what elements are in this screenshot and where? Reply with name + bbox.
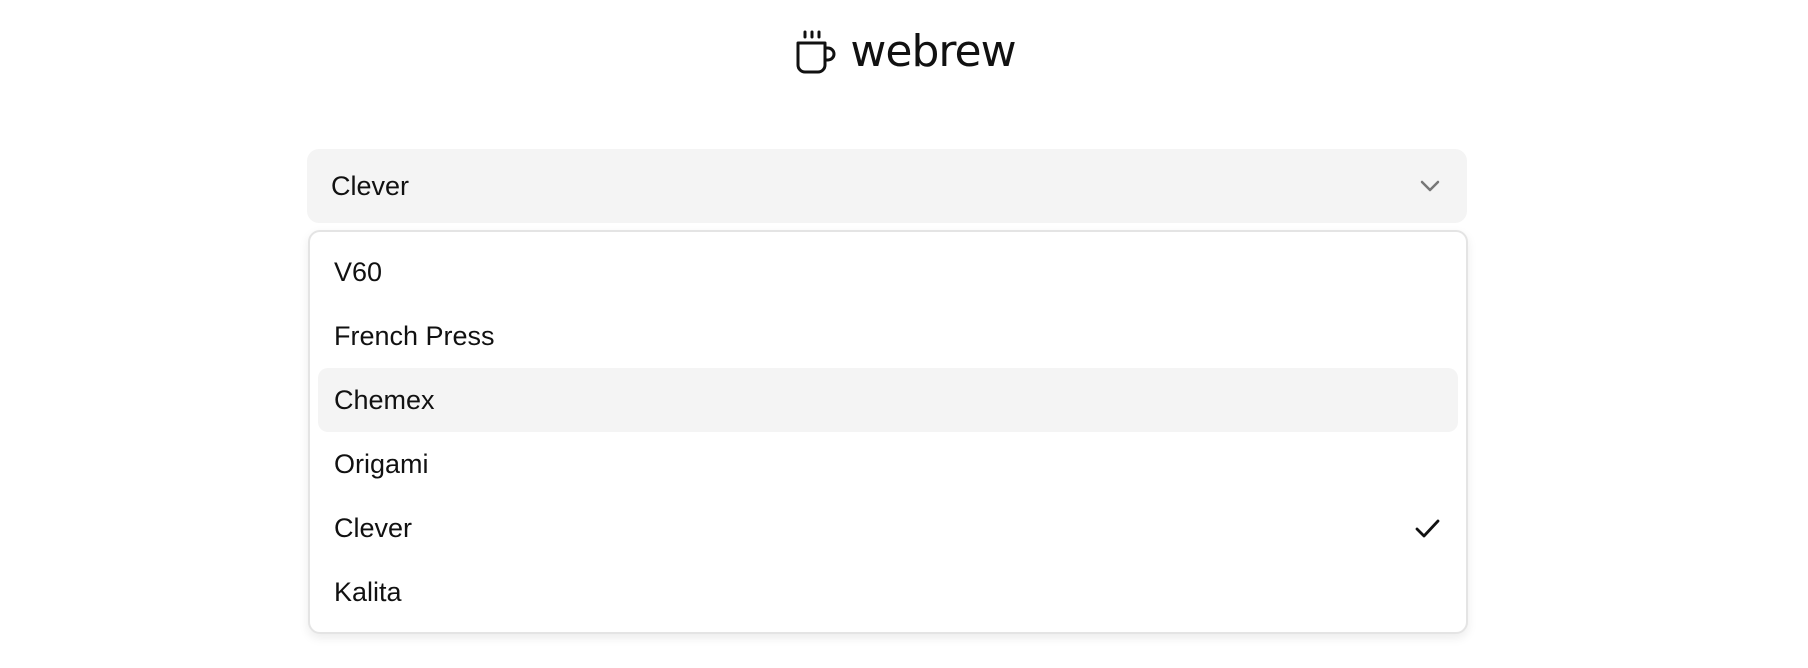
brew-method-dropdown: V60 French Press Chemex Origami Clever K… xyxy=(308,230,1468,634)
brand-name: webrew xyxy=(850,26,1016,77)
option-clever[interactable]: Clever xyxy=(318,496,1458,560)
check-icon xyxy=(1415,519,1440,538)
option-label: French Press xyxy=(334,320,495,351)
option-french-press[interactable]: French Press xyxy=(318,304,1458,368)
option-v60[interactable]: V60 xyxy=(318,240,1458,304)
chevron-down-icon xyxy=(1420,180,1440,192)
option-kalita[interactable]: Kalita xyxy=(318,560,1458,624)
brew-method-select[interactable]: Clever xyxy=(307,149,1467,223)
option-origami[interactable]: Origami xyxy=(318,432,1458,496)
option-label: Clever xyxy=(334,512,413,543)
option-label: Origami xyxy=(334,448,429,479)
coffee-cup-icon xyxy=(796,30,836,74)
option-label: V60 xyxy=(334,256,383,287)
option-label: Kalita xyxy=(334,576,402,607)
option-chemex[interactable]: Chemex xyxy=(318,368,1458,432)
option-label: Chemex xyxy=(334,384,435,415)
brand-header: webrew xyxy=(0,26,1808,78)
select-value: Clever xyxy=(331,170,410,201)
